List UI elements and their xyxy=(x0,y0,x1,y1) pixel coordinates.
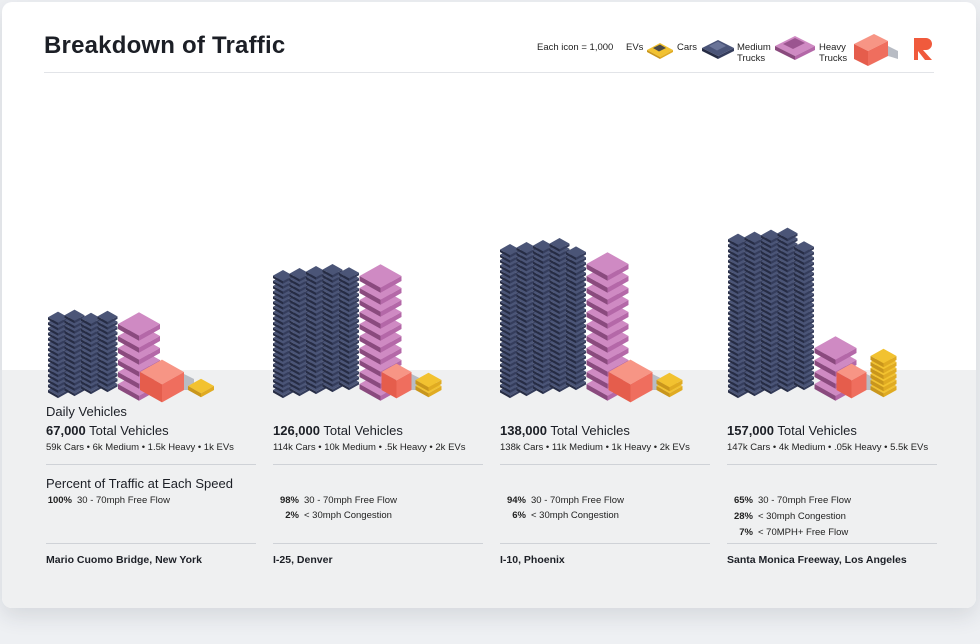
speed-pct: 65% xyxy=(733,495,753,506)
divider xyxy=(46,464,256,465)
speed-pct: 98% xyxy=(279,495,299,506)
total-label: Total Vehicles xyxy=(323,423,403,438)
speed-row: 6% < 30mph Congestion xyxy=(500,510,619,521)
speed-pct: 94% xyxy=(506,495,526,506)
speed-pct: 28% xyxy=(733,511,753,522)
chart xyxy=(48,227,897,403)
vehicle-breakdown: 59k Cars • 6k Medium • 1.5k Heavy • 1k E… xyxy=(46,442,234,453)
speed-row: 7% < 70MPH+ Free Flow xyxy=(727,527,848,538)
location-name: Santa Monica Freeway, Los Angeles xyxy=(727,554,907,566)
total-number: 157,000 xyxy=(727,423,774,438)
speed-section-label: Percent of Traffic at Each Speed xyxy=(46,476,233,491)
speed-row: 94% 30 - 70mph Free Flow xyxy=(500,495,624,506)
speed-row: 28% < 30mph Congestion xyxy=(727,511,846,522)
divider xyxy=(500,464,710,465)
speed-label: 30 - 70mph Free Flow xyxy=(758,495,851,506)
vehicle-stack xyxy=(728,227,897,401)
vehicle-stack xyxy=(273,264,442,401)
speed-pct: 7% xyxy=(739,527,753,538)
location-name: I-25, Denver xyxy=(273,554,333,566)
divider xyxy=(500,543,710,544)
speed-label: < 30mph Congestion xyxy=(758,511,846,522)
vehicle-breakdown: 138k Cars • 11k Medium • 1k Heavy • 2k E… xyxy=(500,442,690,453)
divider xyxy=(46,543,256,544)
location-name: I-10, Phoenix xyxy=(500,554,565,566)
total-number: 67,000 xyxy=(46,423,86,438)
speed-pct: 2% xyxy=(285,510,299,521)
total-number: 126,000 xyxy=(273,423,320,438)
speed-label: < 30mph Congestion xyxy=(304,510,392,521)
speed-label: 30 - 70mph Free Flow xyxy=(304,495,397,506)
total-label: Total Vehicles xyxy=(777,423,857,438)
speed-row: 100% 30 - 70mph Free Flow xyxy=(46,495,170,506)
total-label: Total Vehicles xyxy=(89,423,169,438)
total-vehicles: 126,000 Total Vehicles xyxy=(273,423,403,438)
speed-row: 2% < 30mph Congestion xyxy=(273,510,392,521)
speed-pct: 100% xyxy=(47,495,72,506)
divider xyxy=(727,543,937,544)
speed-row: 98% 30 - 70mph Free Flow xyxy=(273,495,397,506)
speed-label: < 30mph Congestion xyxy=(531,510,619,521)
vehicle-stack xyxy=(500,238,683,403)
divider xyxy=(273,543,483,544)
speed-row: 65% 30 - 70mph Free Flow xyxy=(727,495,851,506)
vehicle-breakdown: 147k Cars • 4k Medium • .05k Heavy • 5.5… xyxy=(727,442,929,453)
divider xyxy=(727,464,937,465)
location-name: Mario Cuomo Bridge, New York xyxy=(46,554,202,566)
speed-label: 30 - 70mph Free Flow xyxy=(531,495,624,506)
total-label: Total Vehicles xyxy=(550,423,630,438)
total-vehicles: 138,000 Total Vehicles xyxy=(500,423,630,438)
divider xyxy=(273,464,483,465)
speed-pct: 6% xyxy=(512,510,526,521)
vehicle-breakdown: 114k Cars • 10k Medium • .5k Heavy • 2k … xyxy=(273,442,466,453)
speed-label: 30 - 70mph Free Flow xyxy=(77,495,170,506)
total-number: 138,000 xyxy=(500,423,547,438)
vehicle-stack xyxy=(48,309,214,403)
daily-vehicles-label: Daily Vehicles xyxy=(46,404,127,419)
total-vehicles: 157,000 Total Vehicles xyxy=(727,423,857,438)
speed-label: < 70MPH+ Free Flow xyxy=(758,527,849,538)
total-vehicles: 67,000 Total Vehicles xyxy=(46,423,169,438)
